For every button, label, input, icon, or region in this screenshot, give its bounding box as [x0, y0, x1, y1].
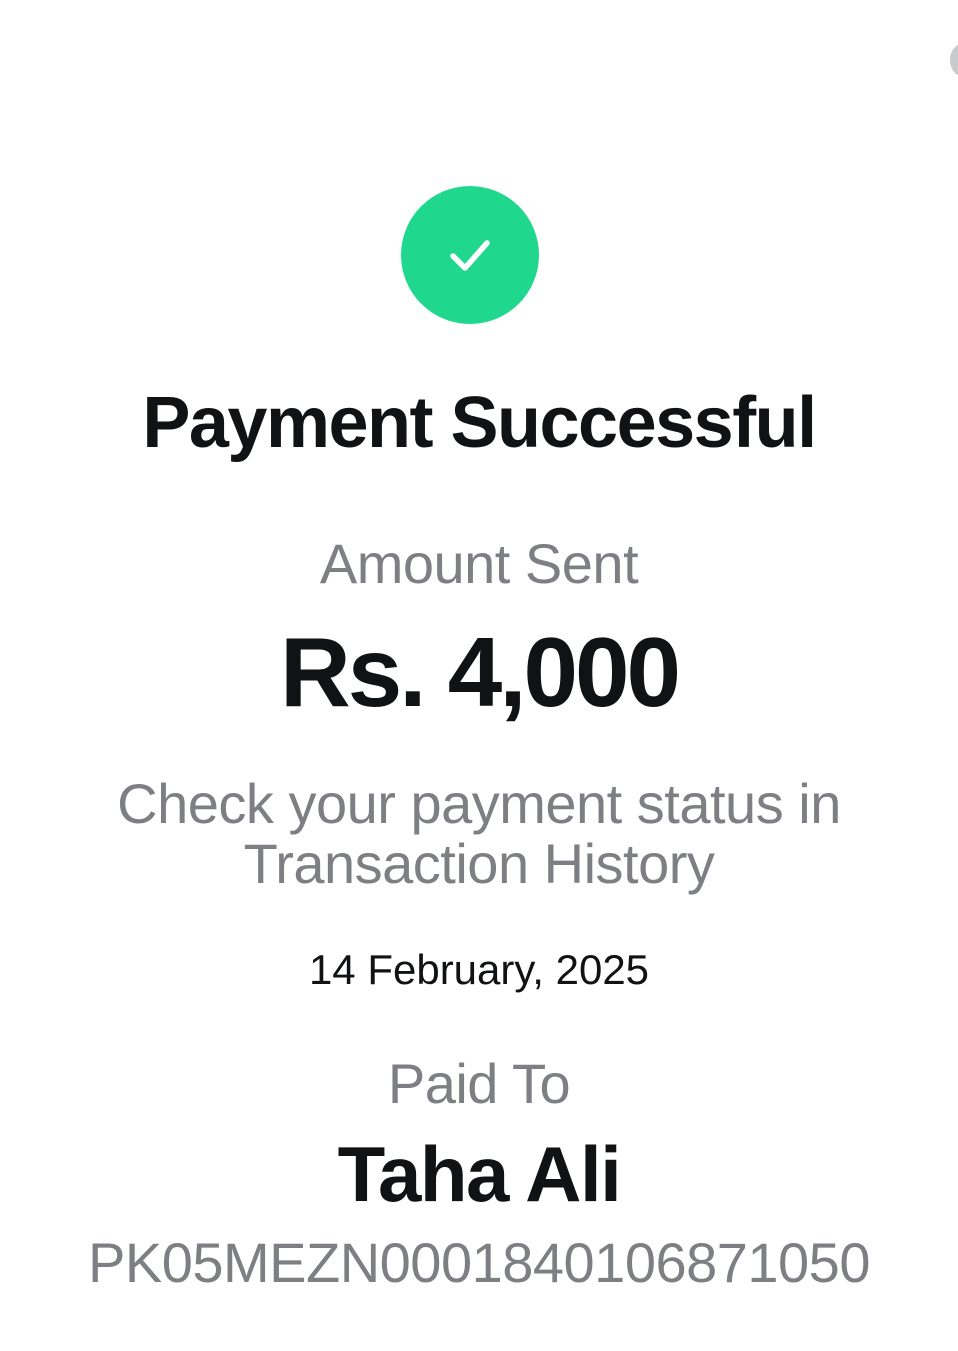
amount-value: Rs. 4,000: [280, 617, 681, 727]
payee-name: Taha Ali: [337, 1130, 622, 1218]
page-title: Payment Successful: [142, 383, 817, 463]
edge-control: [950, 44, 958, 76]
status-message-line2: Transaction History: [243, 832, 715, 895]
success-check-badge: [401, 186, 539, 324]
status-message-line1: Check your payment status in: [117, 772, 841, 835]
paid-to-label: Paid To: [387, 1052, 571, 1115]
transaction-date: 14 February, 2025: [308, 946, 650, 993]
amount-label: Amount Sent: [319, 532, 639, 595]
payee-account-number: PK05MEZN0001840106871050: [88, 1231, 870, 1294]
payment-success-screen: Payment Successful Amount Sent Rs. 4,000…: [0, 0, 958, 1351]
check-icon: [450, 240, 490, 271]
status-message: Check your payment status in Transaction…: [40, 774, 918, 894]
